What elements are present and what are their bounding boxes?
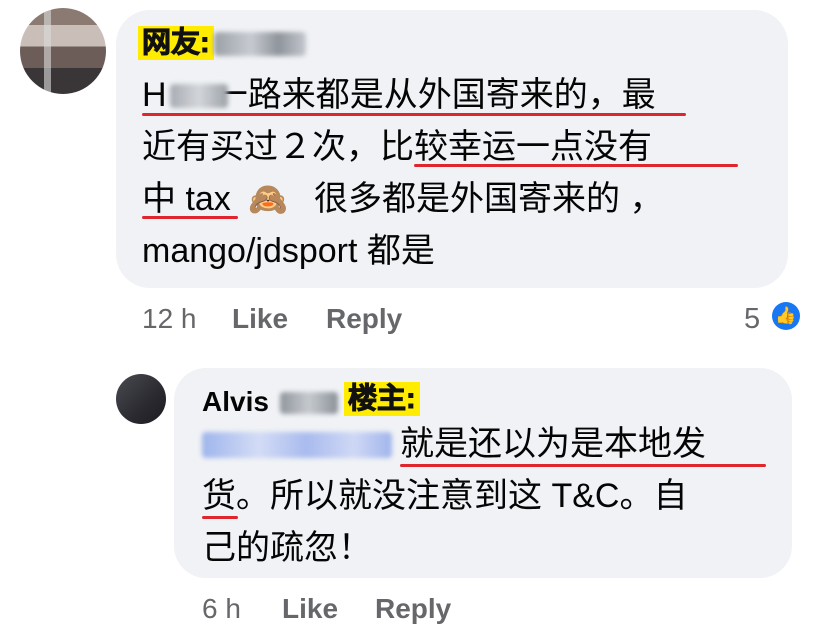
comment-line-3-tail: 很多都是外国寄来的 ， bbox=[314, 180, 664, 218]
blurred-mention[interactable] bbox=[202, 432, 392, 458]
reply-timestamp: 6 h bbox=[202, 593, 241, 624]
red-underline bbox=[202, 516, 238, 519]
reply-line-1: 就是还以为是本地发 bbox=[400, 425, 706, 463]
monkey-emoji-icon: 🙈 bbox=[248, 181, 288, 217]
reply-author-name[interactable]: Alvis bbox=[202, 386, 269, 418]
netizen-tag: 网友: bbox=[138, 26, 214, 60]
reply-author-avatar[interactable] bbox=[116, 374, 166, 424]
blurred-surname bbox=[280, 392, 338, 414]
reply-reply-button[interactable]: Reply bbox=[375, 593, 451, 625]
reply-line-3: 己的疏忽！ bbox=[202, 529, 372, 567]
red-underline bbox=[414, 164, 738, 167]
thumbs-up-icon[interactable]: 👍 bbox=[772, 302, 800, 330]
reaction-count[interactable]: 5 bbox=[744, 303, 760, 336]
red-underline bbox=[142, 113, 686, 116]
like-button[interactable]: Like bbox=[232, 303, 288, 335]
blurred-username bbox=[214, 32, 306, 56]
reply-button[interactable]: Reply bbox=[326, 303, 402, 335]
blurred-brand bbox=[170, 84, 228, 108]
owner-tag: 楼主: bbox=[344, 382, 420, 416]
commenter-avatar[interactable] bbox=[20, 8, 106, 94]
comment-line-4: mango/jdsport 都是 bbox=[142, 232, 435, 270]
reply-line-2: 货。所以就没注意到这 T&C。自 bbox=[202, 477, 688, 515]
reply-like-button[interactable]: Like bbox=[282, 593, 338, 625]
comment-timestamp: 12 h bbox=[142, 303, 197, 334]
red-underline bbox=[400, 464, 766, 467]
red-underline bbox=[142, 216, 238, 219]
